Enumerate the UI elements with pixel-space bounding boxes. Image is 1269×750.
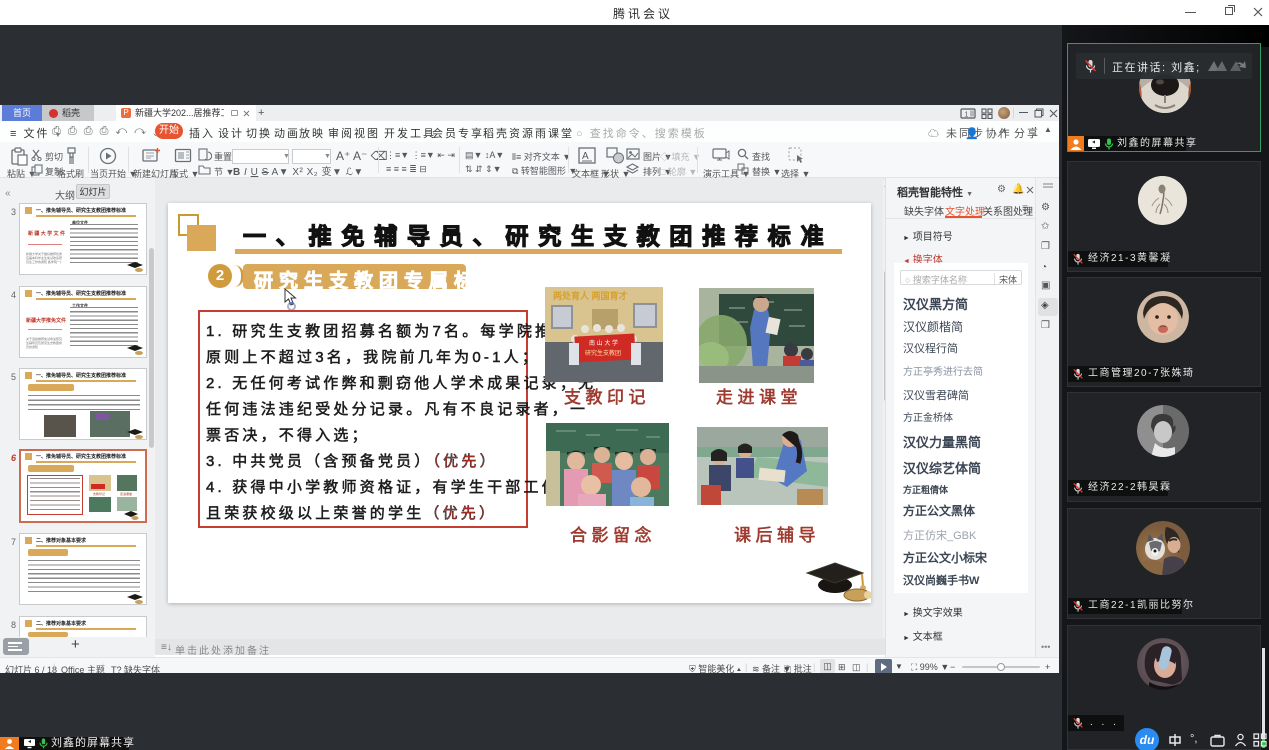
svg-text:两处育人 两国育才: 两处育人 两国育才 [553,290,628,301]
svg-text:南 山 大 学: 南 山 大 学 [589,339,618,347]
svg-text:A: A [582,151,589,162]
svg-text:研究生支教团: 研究生支教团 [585,349,621,357]
svg-text:1: 1 [965,112,969,119]
